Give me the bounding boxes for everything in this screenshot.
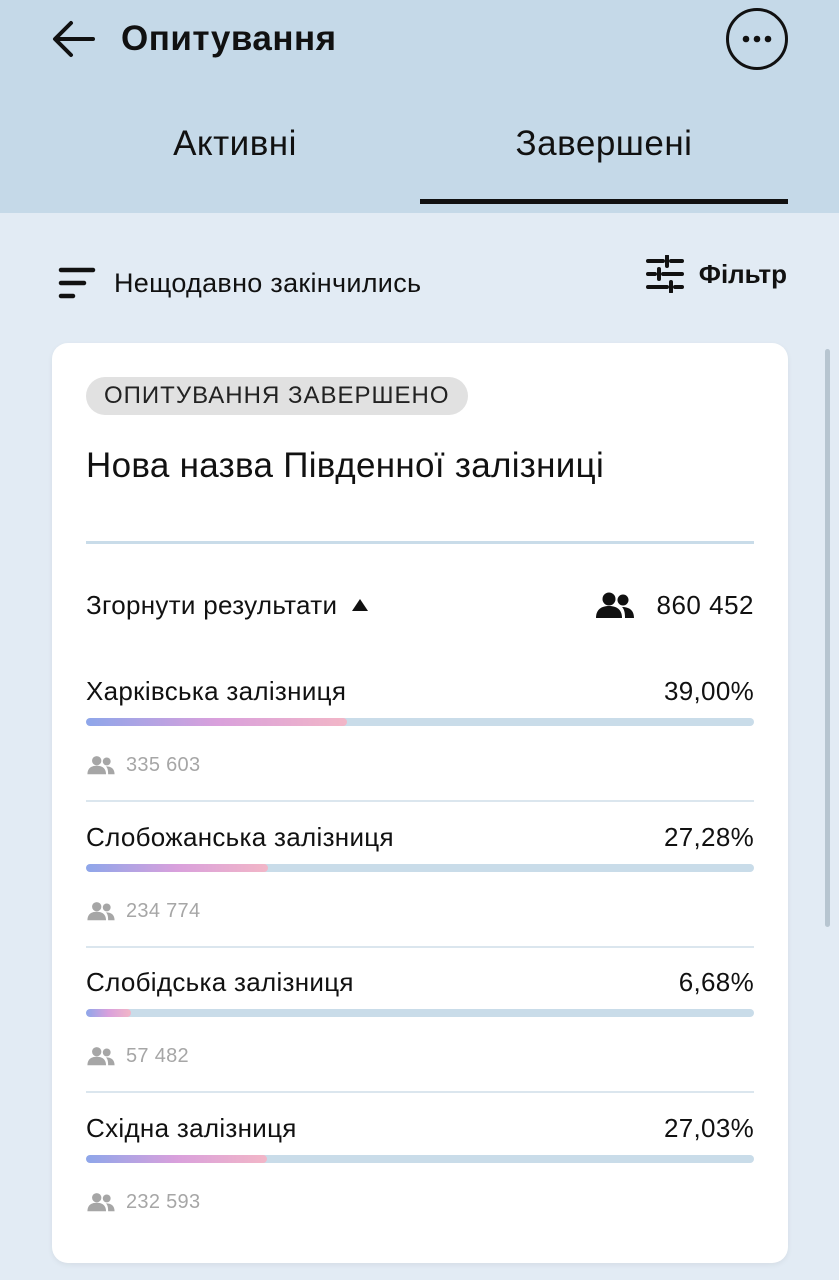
option-votes: 335 603	[86, 750, 200, 780]
total-votes: 860 452	[595, 587, 754, 623]
option-percent: 27,28%	[664, 822, 754, 852]
divider	[86, 800, 754, 802]
back-button[interactable]	[48, 16, 98, 62]
option-bar-fill	[86, 718, 347, 726]
option-name: Слобожанська залізниця	[86, 822, 394, 852]
people-icon	[87, 1193, 115, 1212]
people-icon	[87, 902, 115, 921]
option-bar	[86, 718, 754, 726]
option-percent: 39,00%	[664, 676, 754, 706]
poll-title: Нова назва Південної залізниці	[86, 446, 605, 485]
sort-icon	[58, 267, 96, 299]
people-icon	[595, 592, 634, 618]
option-votes-value: 232 593	[126, 1190, 201, 1213]
poll-option: Харківська залізниця 39,00% 335 603	[86, 676, 754, 822]
sliders-icon	[645, 255, 684, 293]
filter-button[interactable]: Фільтр	[645, 252, 787, 296]
filter-label: Фільтр	[698, 258, 787, 289]
option-bar	[86, 1009, 754, 1017]
poll-option: Східна залізниця 27,03% 232 593	[86, 1113, 754, 1259]
option-name: Харківська залізниця	[86, 676, 347, 706]
divider	[86, 1091, 754, 1093]
option-bar-fill	[86, 864, 269, 872]
option-votes-value: 57 482	[126, 1044, 189, 1067]
option-votes-value: 234 774	[126, 899, 201, 922]
option-votes: 234 774	[86, 896, 200, 926]
option-bar	[86, 864, 754, 872]
option-votes-value: 335 603	[126, 753, 201, 776]
triangle-up-icon	[352, 599, 369, 611]
option-percent: 6,68%	[678, 967, 754, 997]
tab-completed[interactable]: Завершені	[420, 112, 788, 176]
more-button[interactable]	[726, 8, 788, 70]
people-icon	[87, 756, 115, 775]
sort-label: Нещодавно закінчились	[114, 267, 422, 298]
page-title: Опитування	[121, 19, 337, 58]
scrollbar[interactable]	[825, 349, 830, 927]
divider	[86, 541, 754, 544]
option-name: Східна залізниця	[86, 1113, 297, 1143]
poll-card: ОПИТУВАННЯ ЗАВЕРШЕНО Нова назва Південно…	[52, 343, 788, 1263]
option-votes: 232 593	[86, 1187, 200, 1217]
option-bar	[86, 1155, 754, 1163]
poll-option: Слобожанська залізниця 27,28% 234 774	[86, 822, 754, 968]
more-horizontal-icon	[742, 35, 772, 43]
divider	[86, 946, 754, 948]
poll-option: Слобідська залізниця 6,68% 57 482	[86, 967, 754, 1113]
option-bar-fill	[86, 1009, 131, 1017]
collapse-results-label: Згорнути результати	[86, 589, 338, 620]
sort-button[interactable]: Нещодавно закінчились	[58, 258, 421, 308]
option-votes: 57 482	[86, 1041, 189, 1071]
tab-selected-indicator	[420, 199, 788, 204]
collapse-results-button[interactable]: Згорнути результати	[86, 587, 369, 623]
option-percent: 27,03%	[664, 1113, 754, 1143]
app-header: Опитування Активні Завершені	[0, 0, 839, 213]
option-name: Слобідська залізниця	[86, 967, 354, 997]
status-badge: ОПИТУВАННЯ ЗАВЕРШЕНО	[86, 377, 468, 415]
people-icon	[87, 1047, 115, 1066]
tab-active[interactable]: Активні	[44, 112, 426, 176]
arrow-left-icon	[53, 21, 95, 57]
total-votes-value: 860 452	[656, 589, 754, 620]
option-bar-fill	[86, 1155, 267, 1163]
